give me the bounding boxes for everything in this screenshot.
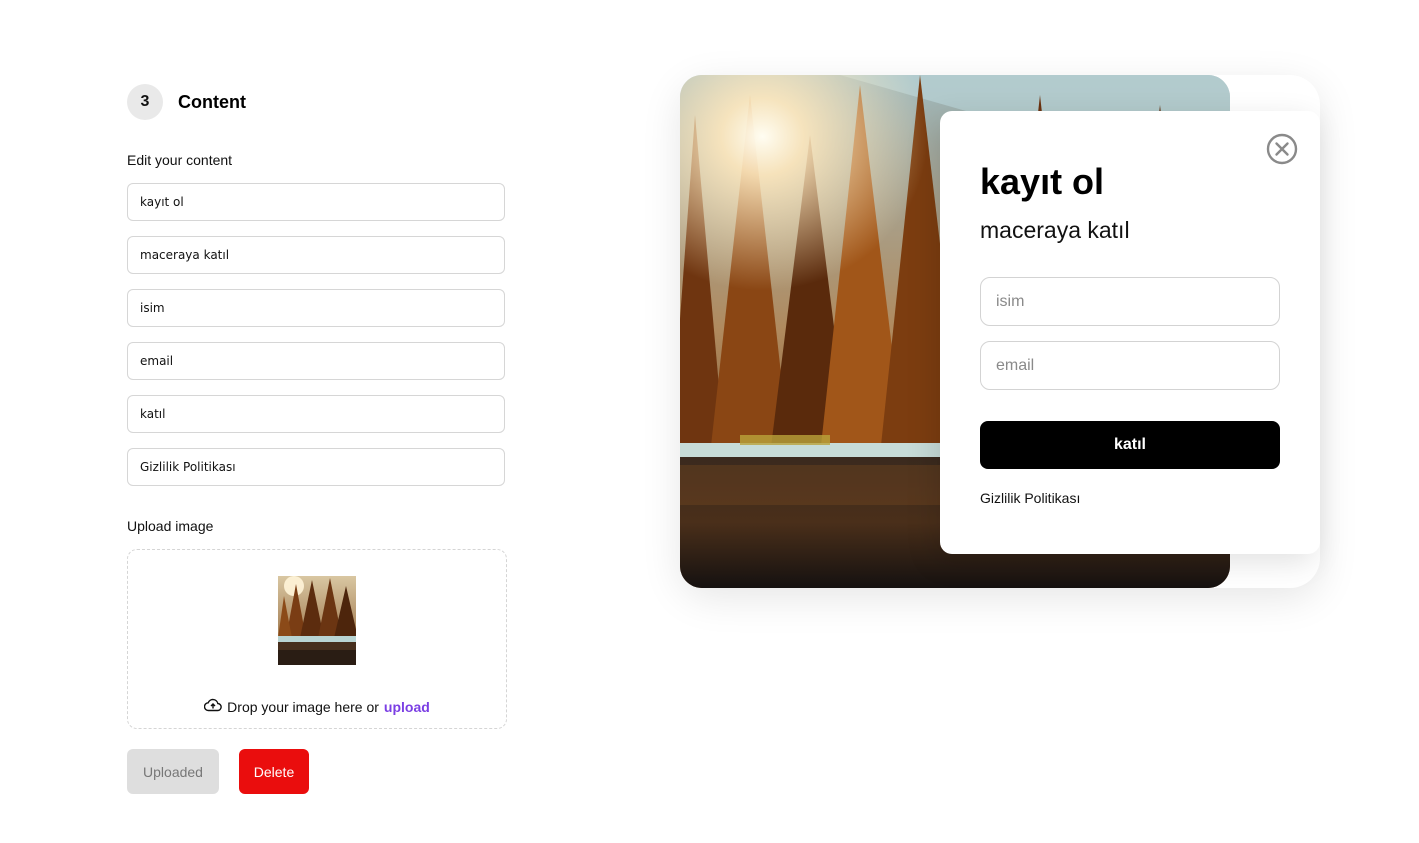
- image-dropzone[interactable]: Drop your image here or upload: [127, 549, 507, 729]
- drop-instructions: Drop your image here or upload: [128, 698, 506, 715]
- delete-button[interactable]: Delete: [239, 749, 309, 794]
- popup-subtitle: maceraya katıl: [980, 217, 1130, 243]
- subtitle-field[interactable]: [127, 236, 505, 274]
- drop-text: Drop your image here or: [227, 698, 379, 715]
- privacy-policy-link[interactable]: Gizlilik Politikası: [980, 490, 1080, 506]
- upload-link[interactable]: upload: [384, 699, 430, 715]
- upload-image-label: Upload image: [127, 518, 214, 534]
- step-title: Content: [178, 91, 246, 112]
- popup-title: kayıt ol: [980, 161, 1105, 202]
- edit-content-label: Edit your content: [127, 152, 233, 168]
- popup-name-input[interactable]: [980, 277, 1280, 326]
- button-text-field[interactable]: [127, 395, 505, 433]
- privacy-text-field[interactable]: [127, 448, 505, 486]
- name-placeholder-field[interactable]: [127, 289, 505, 327]
- step-number-badge: 3: [127, 84, 163, 120]
- popup-submit-button[interactable]: katıl: [980, 421, 1280, 469]
- close-circle-icon[interactable]: [1266, 133, 1298, 165]
- uploaded-button[interactable]: Uploaded: [127, 749, 219, 794]
- popup-email-input[interactable]: [980, 341, 1280, 390]
- title-field[interactable]: [127, 183, 505, 221]
- step-header: 3 Content: [127, 84, 246, 120]
- uploaded-image-thumbnail: [278, 576, 356, 665]
- signup-popup: kayıt ol maceraya katıl katıl Gizlilik P…: [940, 111, 1320, 554]
- email-placeholder-field[interactable]: [127, 342, 505, 380]
- cloud-upload-icon: [203, 698, 223, 715]
